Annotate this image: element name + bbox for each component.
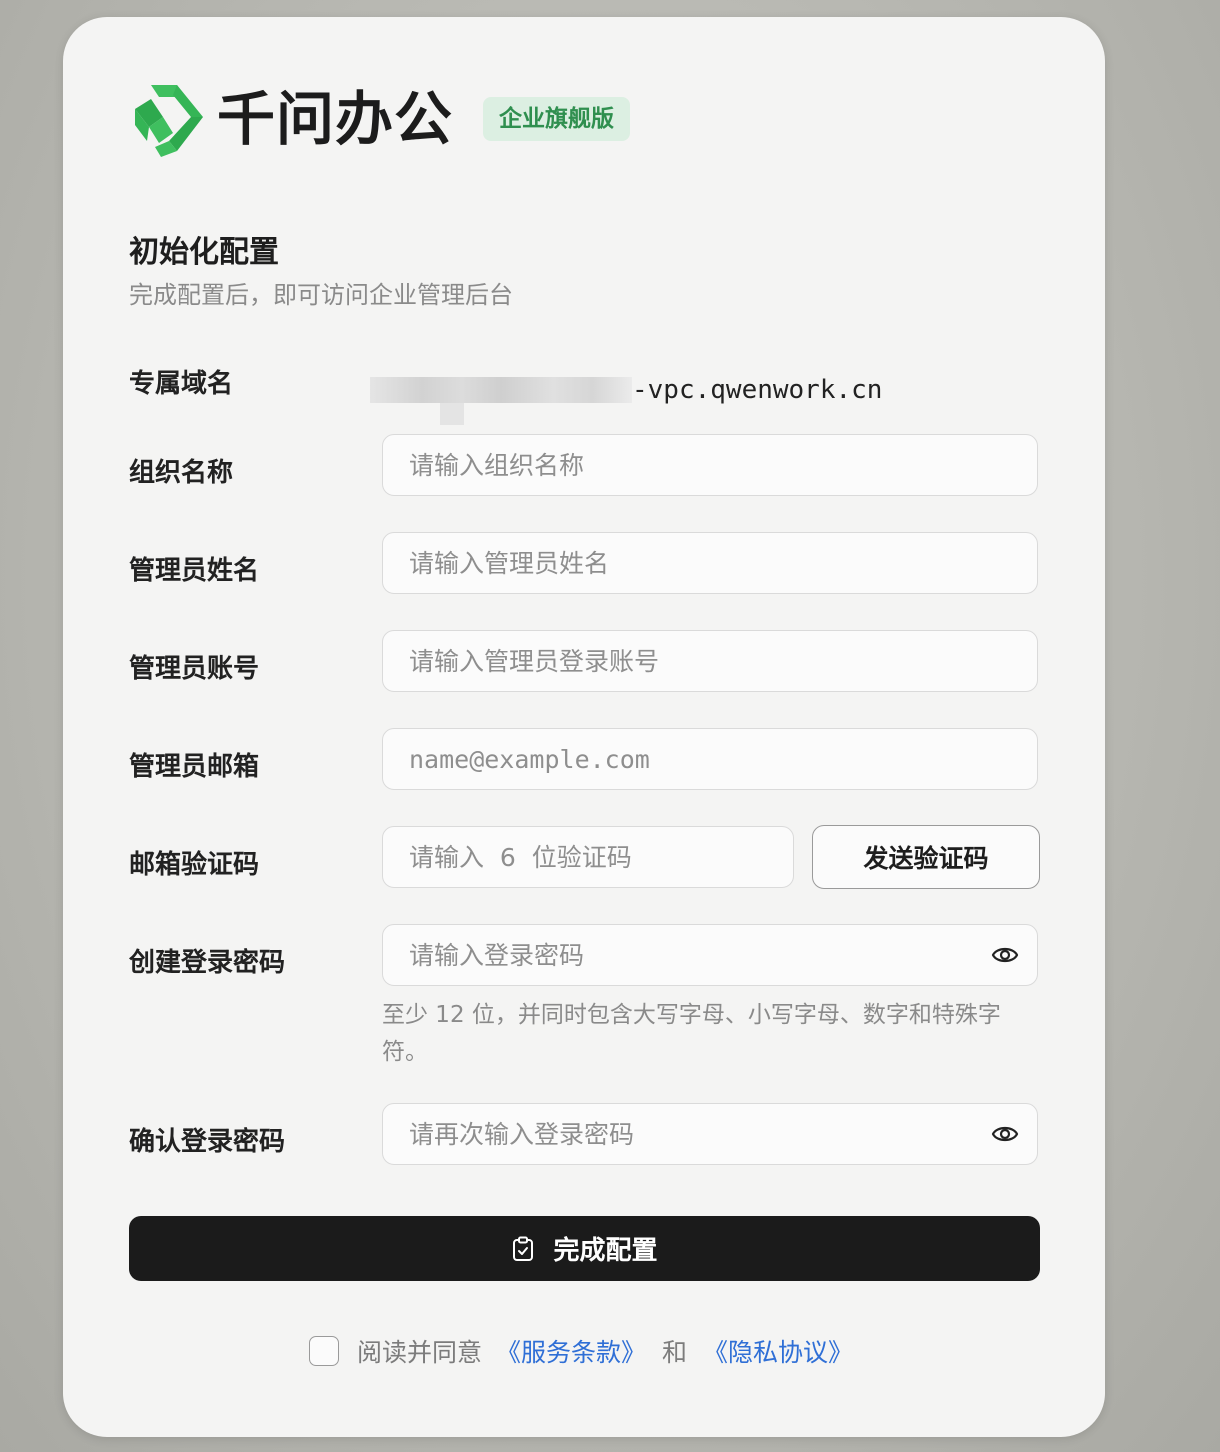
password-label: 创建登录密码 (129, 948, 286, 978)
terms-link[interactable]: 《服务条款》 (496, 1333, 646, 1369)
email-code-input[interactable] (383, 827, 793, 887)
password-input[interactable] (383, 925, 1037, 985)
confirm-password-field (382, 1103, 1038, 1165)
domain-suffix: -vpc.qwenwork.cn (632, 375, 883, 405)
agreement-and: 和 (662, 1338, 688, 1367)
org-name-field (382, 434, 1038, 496)
brand-name: 千问办公 (217, 85, 454, 153)
email-code-label: 邮箱验证码 (129, 850, 260, 880)
agreement-checkbox[interactable] (309, 1336, 339, 1366)
privacy-link[interactable]: 《隐私协议》 (703, 1333, 853, 1369)
domain-value: -vpc.qwenwork.cn (370, 365, 883, 425)
complete-setup-button[interactable]: 完成配置 (129, 1216, 1040, 1281)
page-title: 初始化配置 (129, 235, 279, 270)
domain-prefix-redacted (370, 377, 632, 425)
page-subtitle: 完成配置后，即可访问企业管理后台 (129, 281, 513, 309)
eye-icon[interactable] (991, 1122, 1019, 1146)
domain-label: 专属域名 (129, 369, 234, 399)
org-name-label: 组织名称 (129, 458, 234, 488)
password-field (382, 924, 1038, 986)
brand-header: 千问办公 企业旗舰版 (133, 79, 631, 159)
admin-name-label: 管理员姓名 (129, 556, 260, 586)
admin-name-field (382, 532, 1038, 594)
admin-email-input[interactable] (383, 729, 1037, 789)
clipboard-check-icon (513, 1236, 534, 1261)
email-code-field (382, 826, 794, 888)
password-hint: 至少 12 位，并同时包含大写字母、小写字母、数字和特殊字符。 (382, 1002, 1001, 1065)
send-code-button[interactable]: 发送验证码 (812, 825, 1040, 889)
qwen-work-logo-icon (135, 85, 203, 157)
agreement-row: 阅读并同意 《服务条款》 和 《隐私协议》 (309, 1333, 853, 1369)
admin-account-input[interactable] (383, 631, 1037, 691)
edition-badge: 企业旗舰版 (483, 97, 631, 141)
admin-account-label: 管理员账号 (129, 654, 260, 684)
admin-account-field (382, 630, 1038, 692)
admin-name-input[interactable] (383, 533, 1037, 593)
admin-email-label: 管理员邮箱 (129, 752, 260, 782)
setup-card: 千问办公 企业旗舰版 初始化配置 完成配置后，即可访问企业管理后台 专属域名 -… (63, 17, 1105, 1437)
eye-icon[interactable] (991, 943, 1019, 967)
org-name-input[interactable] (383, 435, 1037, 495)
confirm-password-input[interactable] (383, 1104, 1037, 1164)
complete-setup-label: 完成配置 (553, 1236, 658, 1266)
admin-email-field (382, 728, 1038, 790)
agreement-prefix: 阅读并同意 (357, 1338, 483, 1367)
confirm-password-label: 确认登录密码 (129, 1127, 286, 1157)
